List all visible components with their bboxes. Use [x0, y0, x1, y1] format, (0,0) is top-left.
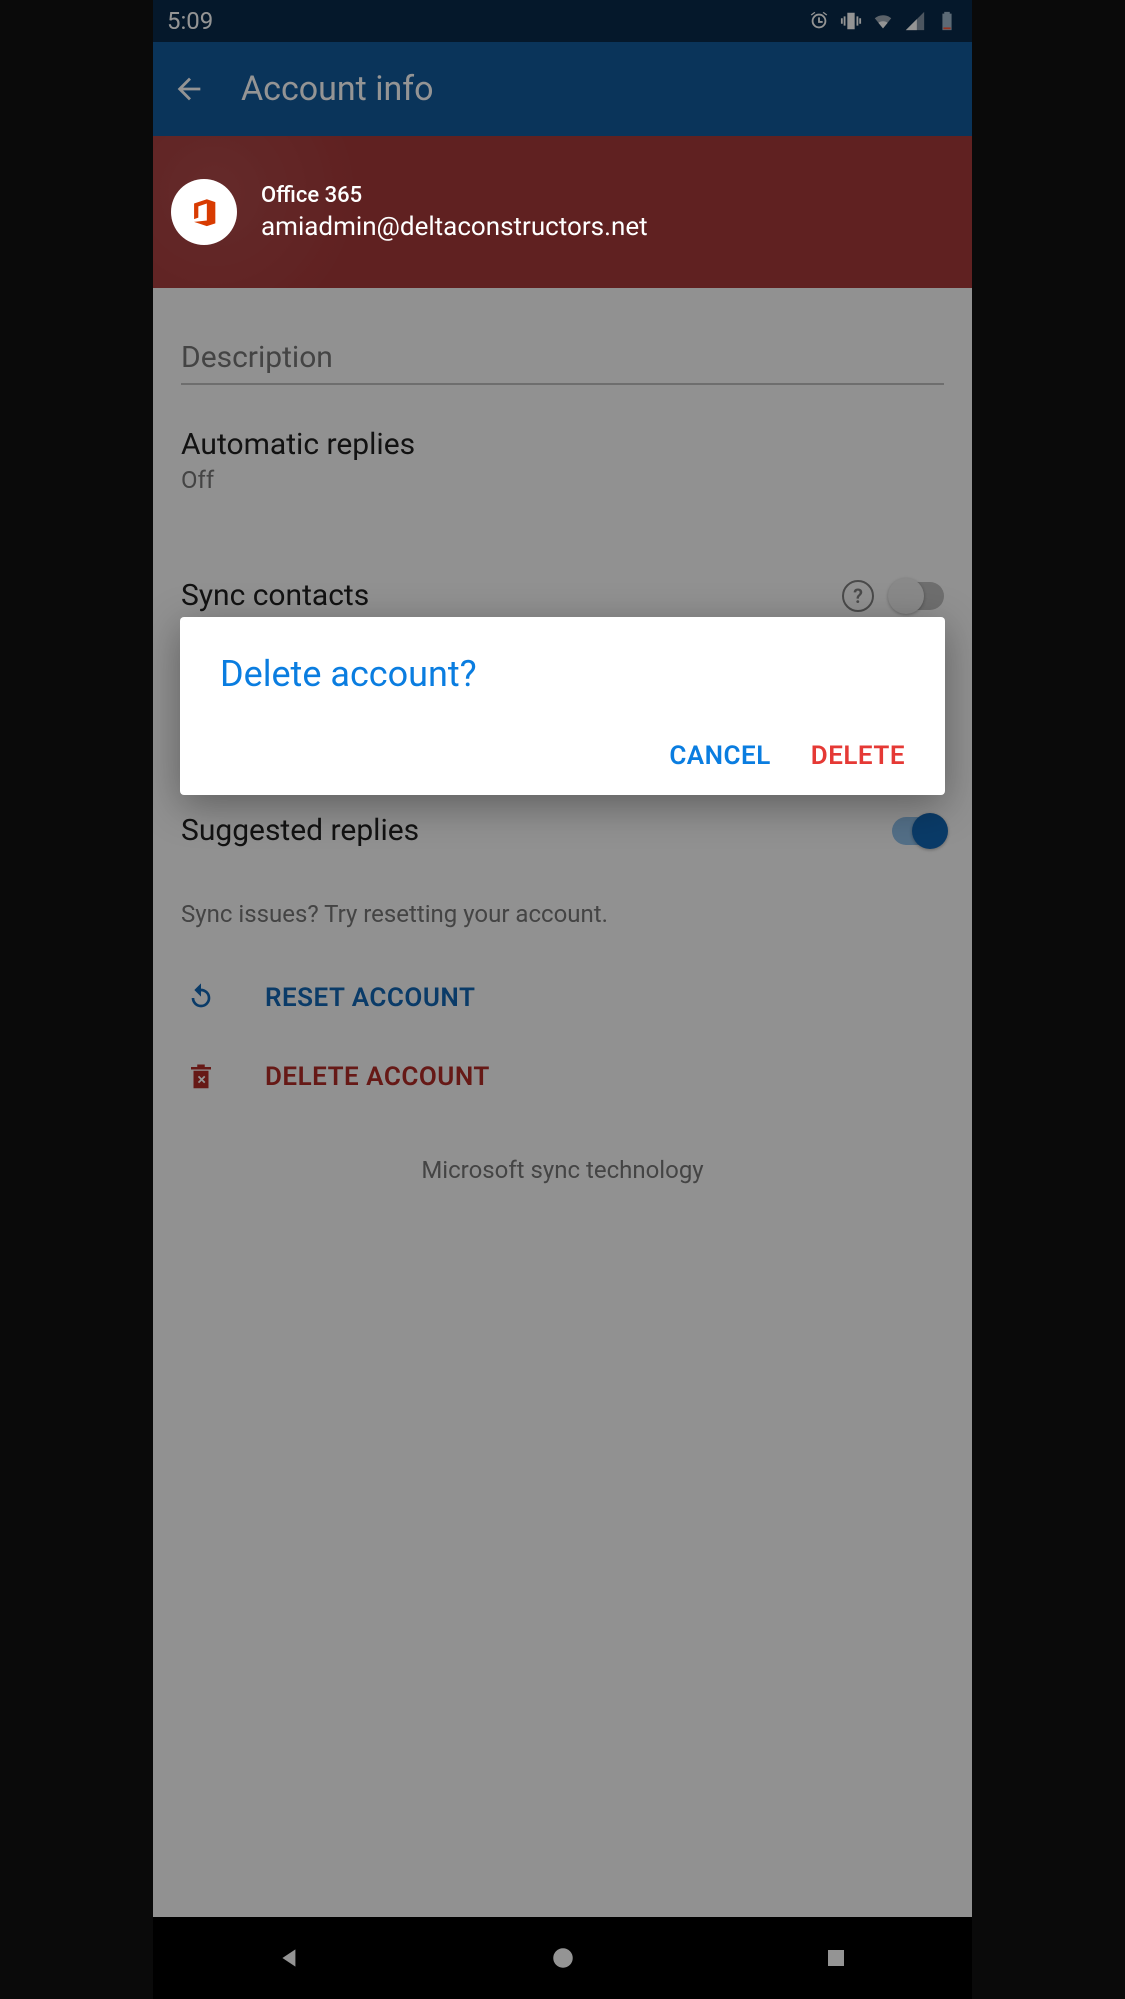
- device-screen: 5:09 Account info: [153, 0, 972, 1999]
- modal-scrim[interactable]: [153, 0, 972, 1999]
- cancel-button[interactable]: CANCEL: [669, 741, 770, 771]
- delete-button[interactable]: DELETE: [811, 741, 905, 771]
- dialog-title: Delete account?: [220, 653, 905, 695]
- office-icon: [187, 195, 221, 229]
- account-email: amiadmin@deltaconstructors.net: [261, 212, 648, 242]
- account-type: Office 365: [261, 183, 648, 208]
- delete-confirmation-dialog: Delete account? CANCEL DELETE: [180, 617, 945, 795]
- account-avatar: [171, 179, 237, 245]
- account-text: Office 365 amiadmin@deltaconstructors.ne…: [261, 183, 648, 242]
